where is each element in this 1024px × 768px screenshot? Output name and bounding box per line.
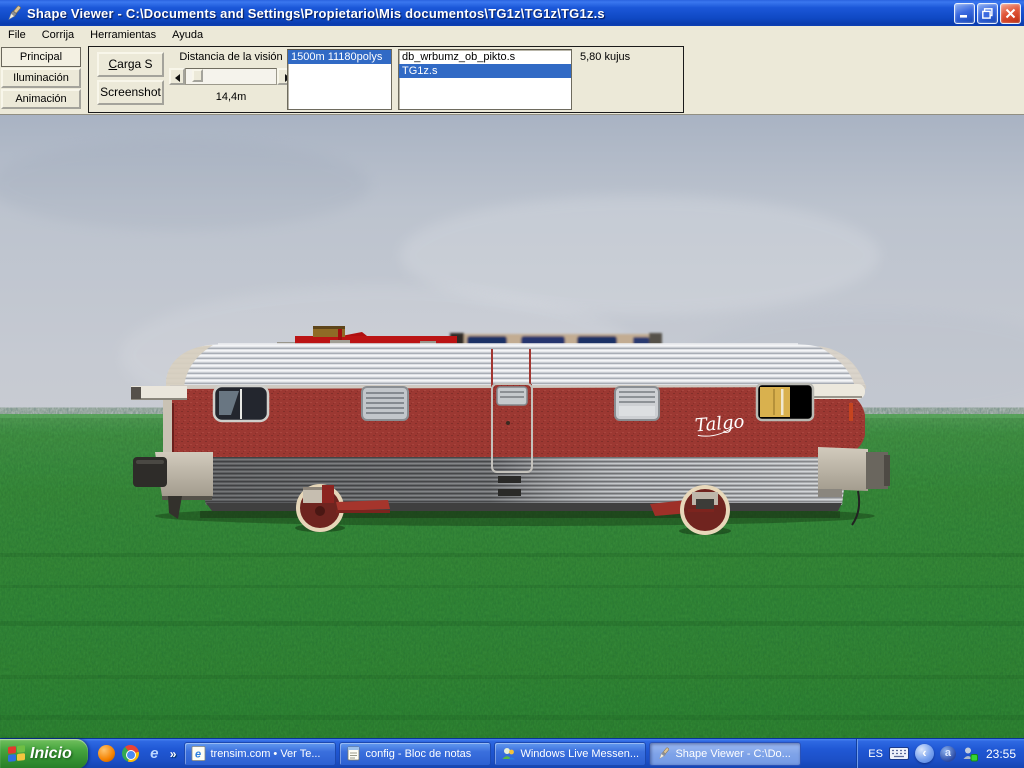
louvre-window-1 [362, 387, 408, 420]
windows-flag-icon [8, 745, 25, 762]
messenger-icon [501, 746, 516, 761]
menu-ayuda[interactable]: Ayuda [164, 27, 211, 43]
lod-listbox[interactable]: 1500m 11180polys [287, 49, 392, 110]
system-tray: ES ‹ a 23:55 [857, 739, 1024, 768]
slider-track[interactable] [185, 68, 277, 85]
scene: Talgo [0, 115, 1024, 738]
quick-launch: e » [88, 745, 185, 762]
driver-window [214, 386, 268, 421]
shape-listbox[interactable]: db_wrbumz_ob_pikto.s TG1z.s [398, 49, 572, 110]
menu-corrija[interactable]: Corrija [34, 27, 82, 43]
louvre-window-2 [615, 387, 659, 420]
shape-viewer-window: Shape Viewer - C:\Documents and Settings… [0, 0, 1024, 768]
chrome-icon[interactable] [122, 745, 139, 762]
title-bar: Shape Viewer - C:\Documents and Settings… [0, 0, 1024, 26]
start-button[interactable]: Inicio [0, 739, 88, 768]
menu-file[interactable]: File [0, 27, 34, 43]
viewport-3d[interactable]: Talgo [0, 115, 1024, 738]
task-trensim[interactable]: e trensim.com • Ver Te... [184, 742, 336, 766]
tab-iluminacion[interactable]: Iluminación [1, 68, 81, 88]
tab-animacion[interactable]: Animación [1, 89, 81, 109]
slider-thumb[interactable] [192, 69, 203, 82]
close-icon [1005, 8, 1016, 19]
internet-explorer-icon[interactable]: e [146, 745, 163, 762]
toolbar-groupbox: Carga S Screenshot Distancia de la visió… [88, 46, 684, 113]
notepad-icon [346, 746, 361, 761]
orange-app-icon[interactable] [98, 745, 115, 762]
task-messenger[interactable]: Windows Live Messen... [494, 742, 646, 766]
task-notepad[interactable]: config - Bloc de notas [339, 742, 491, 766]
clock: 23:55 [986, 747, 1016, 761]
kujus-label: 5,80 kujus [580, 51, 630, 63]
view-distance-value: 14,4m [169, 91, 293, 103]
window-title: Shape Viewer - C:\Documents and Settings… [27, 6, 952, 21]
task-shape-viewer[interactable]: Shape Viewer - C:\Do... [649, 742, 801, 766]
shape-item-selected[interactable]: TG1z.s [399, 64, 571, 78]
shape-item[interactable]: db_wrbumz_ob_pikto.s [399, 50, 571, 64]
keyboard-icon[interactable] [889, 747, 909, 760]
tab-principal[interactable]: Principal [1, 47, 81, 67]
start-label: Inicio [30, 745, 72, 763]
front-marker-board [131, 386, 187, 400]
svg-text:e: e [195, 749, 201, 761]
menu-bar: File Corrija Herramientas Ayuda [0, 26, 1024, 44]
menu-herramientas[interactable]: Herramientas [82, 27, 164, 43]
taskbar: Inicio e » e trensim.com • Ver Te... [0, 738, 1024, 768]
view-distance-slider[interactable] [169, 68, 293, 85]
restore-button[interactable] [977, 3, 998, 24]
screenshot-button[interactable]: Screenshot [97, 80, 164, 105]
shape-viewer-icon [656, 746, 671, 761]
restore-icon [982, 8, 993, 19]
load-shape-button[interactable]: Carga S [97, 52, 164, 77]
toolbar: Principal Iluminación Animación Carga S … [0, 44, 1024, 115]
quick-launch-overflow-chevron[interactable]: » [170, 747, 177, 761]
messenger-status-icon[interactable] [962, 746, 978, 762]
lod-item[interactable]: 1500m 11180polys [288, 50, 391, 64]
svg-text:Talgo: Talgo [694, 411, 745, 436]
language-indicator[interactable]: ES [868, 748, 883, 760]
task-buttons: e trensim.com • Ver Te... config - Bloc … [184, 742, 801, 766]
app-icon [5, 4, 23, 22]
talgo-train: Talgo [131, 344, 890, 535]
rear-window [757, 384, 813, 420]
ie-page-icon: e [191, 746, 206, 761]
slider-left-arrow[interactable] [169, 68, 185, 85]
minimize-icon [959, 8, 970, 19]
tray-app-icon[interactable]: a [940, 746, 956, 762]
hide-icons-chevron[interactable]: ‹ [915, 744, 934, 763]
close-button[interactable] [1000, 3, 1021, 24]
minimize-button[interactable] [954, 3, 975, 24]
view-distance-label: Distancia de la visión [169, 51, 293, 63]
